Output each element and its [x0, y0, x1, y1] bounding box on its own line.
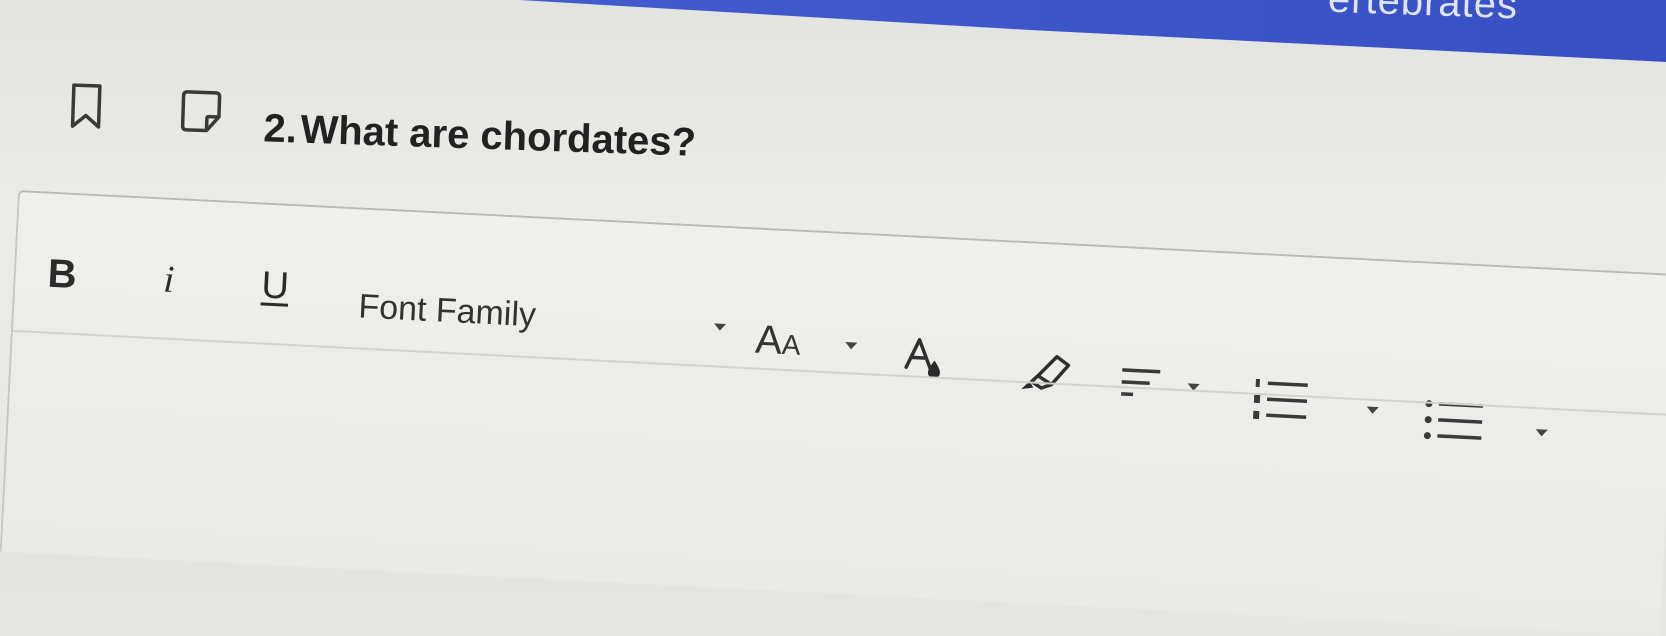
italic-button[interactable]: i: [163, 258, 176, 302]
chevron-down-icon[interactable]: [713, 323, 727, 331]
bookmark-icon[interactable]: [68, 82, 104, 131]
font-size-small-label: A: [781, 328, 802, 361]
question-number: 2.: [262, 106, 298, 152]
top-banner: ertebrates: [520, 0, 1666, 62]
answer-editor: B i U Font Family AA: [0, 190, 1666, 636]
font-size-button[interactable]: AA: [754, 318, 802, 365]
chevron-down-icon[interactable]: [845, 342, 858, 350]
question-header: 2. What are chordates?: [67, 82, 790, 196]
text-color-icon[interactable]: [900, 333, 946, 379]
bold-button[interactable]: B: [47, 252, 78, 298]
flag-icon[interactable]: [178, 88, 224, 135]
font-family-select[interactable]: Font Family: [358, 287, 537, 335]
banner-title: ertebrates: [1327, 0, 1519, 28]
underline-button[interactable]: U: [260, 264, 290, 308]
font-size-large-label: A: [754, 317, 784, 363]
question-text: What are chordates?: [299, 107, 697, 165]
